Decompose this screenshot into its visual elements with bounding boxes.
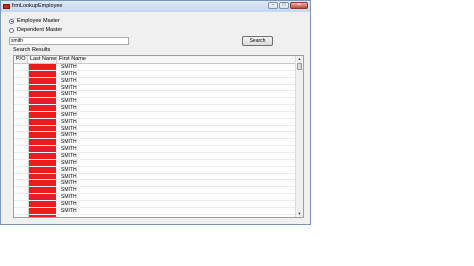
close-button[interactable]: ✕ [290,2,308,9]
vertical-scrollbar[interactable]: ▲ ▼ [295,56,303,217]
employee-master-radio[interactable] [9,18,14,24]
table-row[interactable]: SMITH [14,167,297,174]
column-header-first-name[interactable]: First Name [57,56,297,63]
first-name-cell: SMITH [61,152,77,159]
first-name-cell: SMITH [61,118,77,125]
first-name-cell: SMITH [61,84,77,91]
first-name-cell: SMITH [61,139,77,146]
first-name-cell: SMITH [61,91,77,98]
dependent-master-radio[interactable] [9,27,14,33]
first-name-cell: SMITH [61,180,77,187]
minimize-button[interactable]: – [268,2,278,9]
table-row[interactable]: SMITH [14,71,297,78]
title-bar[interactable]: frmLookupEmployee – □ ✕ [1,1,310,12]
first-name-cell: SMITH [61,159,77,166]
table-row[interactable]: SMITH [14,146,297,153]
search-input[interactable] [9,37,129,45]
table-row[interactable]: SMITH [14,98,297,106]
first-name-cell: SMITH [61,132,77,139]
first-name-cell: SMITH [61,146,77,153]
column-header-po[interactable]: P/O [14,56,28,63]
table-row[interactable]: SMITH [14,194,297,201]
table-row[interactable]: SMITH [14,201,297,208]
table-row[interactable]: SMITH [14,119,297,126]
first-name-cell: SMITH [61,77,77,84]
grid-header: P/O Last Name First Name [14,56,297,64]
dependent-master-label: Dependent Master [17,27,63,33]
scroll-thumb[interactable] [297,63,302,70]
employee-master-label: Employee Master [17,18,60,24]
table-row[interactable]: SMITH [14,139,297,147]
first-name-cell: SMITH [61,166,77,173]
first-name-cell: SMITH [61,194,77,201]
first-name-cell: SMITH [61,105,77,112]
table-row[interactable]: SMITH [14,105,297,112]
table-row[interactable]: SMITH [14,174,297,181]
column-header-last-name[interactable]: Last Name [28,56,57,63]
table-row[interactable]: SMITH [14,126,297,133]
app-icon [3,4,10,9]
scroll-down-icon[interactable]: ▼ [296,211,303,217]
dependent-master-option[interactable]: Dependent Master [9,27,62,33]
table-row[interactable]: SMITH [14,91,297,99]
maximize-button[interactable]: □ [279,2,289,9]
search-results-label: Search Results [13,47,51,53]
employee-master-option[interactable]: Employee Master [9,18,60,24]
first-name-cell: SMITH [61,200,77,207]
search-results-grid[interactable]: P/O Last Name First Name SMITH SMITH SMITH… [13,55,304,218]
lookup-employee-window: frmLookupEmployee – □ ✕ Employee Master … [0,0,311,225]
first-name-cell: SMITH [61,64,77,70]
first-name-cell: SMITH [61,187,77,194]
scroll-up-icon[interactable]: ▲ [296,56,303,62]
first-name-cell: SMITH [61,207,77,214]
table-row[interactable]: SMITH [14,78,297,85]
table-row[interactable]: SMITH [14,180,297,188]
search-button[interactable]: Search [242,36,273,46]
table-row[interactable]: SMITH [14,187,297,195]
table-row[interactable]: SMITH [14,153,297,160]
table-row[interactable]: SMITH [14,208,297,215]
results-rows: SMITH SMITH SMITH SMITH SMITH SMITH SMITH SMITH… [14,64,297,215]
first-name-cell: SMITH [61,125,77,132]
table-row[interactable]: SMITH [14,160,297,167]
first-name-cell: SMITH [61,111,77,118]
table-row[interactable]: SMITH [14,85,297,92]
table-row[interactable]: SMITH [14,112,297,119]
first-name-cell: SMITH [61,70,77,77]
caption-buttons: – □ ✕ [267,2,308,9]
table-row[interactable]: SMITH [14,64,297,71]
window-title: frmLookupEmployee [12,3,63,9]
first-name-cell: SMITH [61,173,77,180]
table-row[interactable]: SMITH [14,132,297,140]
first-name-cell: SMITH [61,98,77,105]
